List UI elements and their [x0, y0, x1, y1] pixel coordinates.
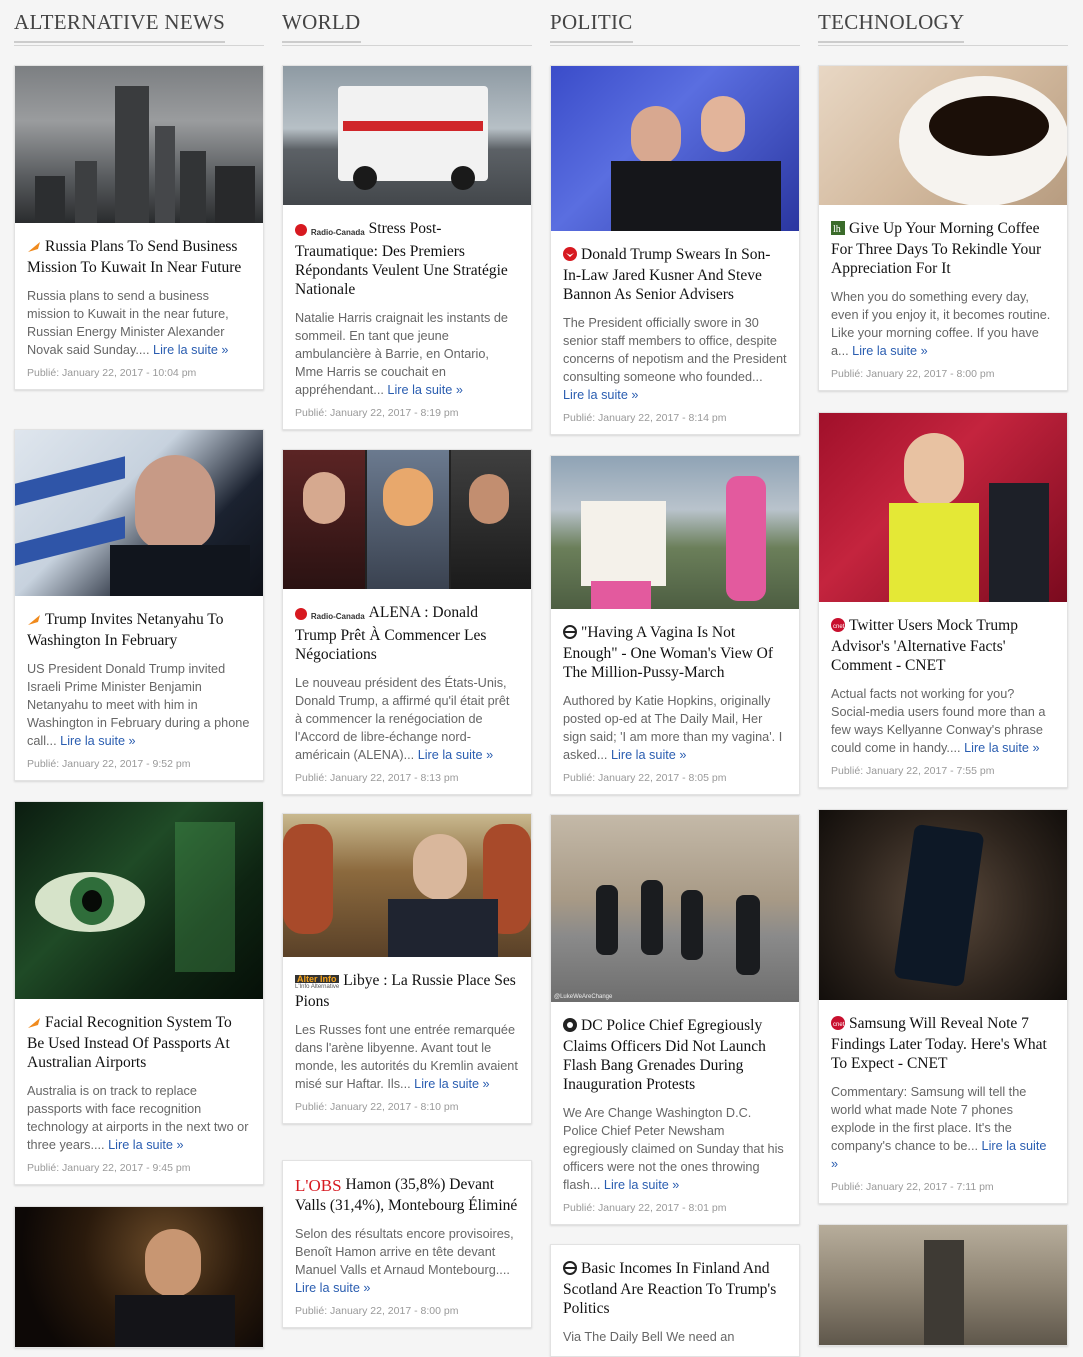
column-heading: ALTERNATIVE NEWS — [14, 10, 264, 46]
orange-arrow-icon — [27, 612, 41, 631]
article-image[interactable] — [819, 413, 1067, 602]
news-card[interactable] — [14, 1206, 264, 1348]
article-image[interactable] — [819, 810, 1067, 1000]
svg-text:lh: lh — [833, 224, 841, 235]
theta-icon — [563, 1261, 577, 1280]
svg-text:cnet: cnet — [833, 1022, 845, 1028]
publish-date: Publié: January 22, 2017 - 8:01 pm — [563, 1202, 727, 1214]
article-image[interactable] — [283, 814, 531, 957]
article-image[interactable] — [15, 66, 263, 223]
article-image[interactable] — [15, 1207, 263, 1347]
read-more-link[interactable]: Lire la suite » — [852, 344, 927, 358]
news-card[interactable] — [818, 1224, 1068, 1346]
publish-date: Publié: January 22, 2017 - 8:00 pm — [295, 1305, 459, 1317]
publish-date: Publié: January 22, 2017 - 7:55 pm — [831, 765, 995, 777]
column-heading: WORLD — [282, 10, 532, 46]
news-card[interactable]: Russia Plans To Send Business Mission To… — [14, 65, 264, 390]
column-technology: TECHNOLOGY lh Give Up Your Morning Coffee… — [818, 0, 1068, 1346]
article-image[interactable] — [819, 1225, 1067, 1345]
orange-arrow-icon — [27, 1015, 41, 1034]
news-card[interactable]: @LukeWeAreChange DC Police Chief Egregio… — [550, 814, 800, 1225]
column-heading-label[interactable]: POLITIC — [550, 10, 633, 43]
news-card[interactable]: "Having A Vagina Is Not Enough" - One Wo… — [550, 455, 800, 795]
cnet-icon: cnet — [831, 618, 845, 637]
read-more-link[interactable]: Lire la suite » — [60, 734, 135, 748]
article-title[interactable]: Donald Trump Swears In Son-In-Law Jared … — [563, 246, 770, 303]
publish-date: Publié: January 22, 2017 - 8:10 pm — [295, 1101, 459, 1113]
article-title[interactable]: Trump Invites Netanyahu To Washington In… — [27, 611, 223, 649]
read-more-link[interactable]: Lire la suite » — [153, 343, 228, 357]
article-image[interactable] — [551, 456, 799, 609]
publish-date: Publié: January 22, 2017 - 8:05 pm — [563, 772, 727, 784]
article-title[interactable]: Basic Incomes In Finland And Scotland Ar… — [563, 1260, 776, 1317]
publish-date: Publié: January 22, 2017 - 7:11 pm — [831, 1181, 994, 1193]
read-more-link[interactable]: Lire la suite » — [611, 748, 686, 762]
column-world: WORLD Radio-Canada Stress Post-Traumatiqu… — [282, 0, 532, 1328]
article-title[interactable]: Samsung Will Reveal Note 7 Findings Late… — [831, 1015, 1047, 1072]
column-heading-label[interactable]: WORLD — [282, 10, 361, 43]
news-card[interactable]: Alter Info L'Info Alternative Libye : La R… — [282, 813, 532, 1124]
article-excerpt: Selon des résultats encore provisoires, … — [295, 1227, 514, 1277]
orange-arrow-icon — [27, 239, 41, 258]
article-image[interactable] — [15, 802, 263, 999]
article-title[interactable]: Twitter Users Mock Trump Advisor's 'Alte… — [831, 617, 1018, 674]
theta-icon — [563, 625, 577, 644]
article-title[interactable]: Russia Plans To Send Business Mission To… — [27, 238, 241, 276]
article-image[interactable] — [283, 66, 531, 205]
news-card[interactable]: Trump Invites Netanyahu To Washington In… — [14, 429, 264, 781]
article-title[interactable]: Give Up Your Morning Coffee For Three Da… — [831, 220, 1041, 277]
svg-text:cnet: cnet — [833, 624, 845, 630]
article-image[interactable] — [283, 450, 531, 589]
we-are-change-icon — [563, 1018, 577, 1037]
news-card[interactable]: Donald Trump Swears In Son-In-Law Jared … — [550, 65, 800, 435]
column-politic: POLITIC Donald Trump Swears In Son-In-La… — [550, 0, 800, 1357]
lifehacker-icon: lh — [831, 221, 845, 240]
publish-date: Publié: January 22, 2017 - 10:04 pm — [27, 367, 197, 379]
column-heading-label[interactable]: ALTERNATIVE NEWS — [14, 10, 226, 43]
article-image[interactable]: @LukeWeAreChange — [551, 815, 799, 1002]
read-more-link[interactable]: Lire la suite » — [563, 388, 638, 402]
news-card[interactable]: cnet Samsung Will Reveal Note 7 Findings … — [818, 809, 1068, 1204]
alter-info-logo: Alter Info L'Info Alternative — [295, 974, 340, 990]
article-title[interactable]: DC Police Chief Egregiously Claims Offic… — [563, 1017, 766, 1093]
publish-date: Publié: January 22, 2017 - 8:14 pm — [563, 412, 727, 424]
read-more-link[interactable]: Lire la suite » — [108, 1138, 183, 1152]
article-image[interactable] — [551, 66, 799, 231]
article-image[interactable] — [819, 66, 1067, 205]
publish-date: Publié: January 22, 2017 - 9:45 pm — [27, 1162, 191, 1174]
news-card[interactable]: L'OBS Hamon (35,8%) Devant Valls (31,4%),… — [282, 1160, 532, 1328]
column-alternative-news: ALTERNATIVE NEWS Russia Plans To Send Bu… — [14, 0, 264, 1348]
red-eagle-icon — [563, 247, 577, 266]
lobs-logo: L'OBS — [295, 1176, 342, 1195]
article-excerpt: The President officially swore in 30 sen… — [563, 316, 787, 384]
cnet-icon: cnet — [831, 1016, 845, 1035]
radio-canada-logo: Radio-Canada — [295, 605, 365, 626]
image-caption: @LukeWeAreChange — [554, 994, 613, 1000]
news-card[interactable]: cnet Twitter Users Mock Trump Advisor's '… — [818, 412, 1068, 788]
read-more-link[interactable]: Lire la suite » — [964, 741, 1039, 755]
column-heading-label[interactable]: TECHNOLOGY — [818, 10, 965, 43]
news-card[interactable]: Facial Recognition System To Be Used Ins… — [14, 801, 264, 1185]
read-more-link[interactable]: Lire la suite » — [295, 1281, 370, 1295]
radio-canada-logo: Radio-Canada — [295, 221, 365, 242]
article-image[interactable] — [15, 430, 263, 596]
read-more-link[interactable]: Lire la suite » — [604, 1178, 679, 1192]
news-card[interactable]: Radio-Canada ALENA : Donald Trump Prêt À … — [282, 449, 532, 795]
publish-date: Publié: January 22, 2017 - 9:52 pm — [27, 758, 191, 770]
column-heading: TECHNOLOGY — [818, 10, 1068, 46]
read-more-link[interactable]: Lire la suite » — [387, 383, 462, 397]
article-excerpt: Via The Daily Bell We need an — [563, 1330, 735, 1344]
read-more-link[interactable]: Lire la suite » — [414, 1077, 489, 1091]
article-title[interactable]: Facial Recognition System To Be Used Ins… — [27, 1014, 232, 1071]
column-heading: POLITIC — [550, 10, 800, 46]
publish-date: Publié: January 22, 2017 - 8:13 pm — [295, 772, 459, 784]
publish-date: Publié: January 22, 2017 - 8:00 pm — [831, 368, 995, 380]
read-more-link[interactable]: Lire la suite » — [418, 748, 493, 762]
news-card[interactable]: Basic Incomes In Finland And Scotland Ar… — [550, 1244, 800, 1357]
news-card[interactable]: lh Give Up Your Morning Coffee For Three … — [818, 65, 1068, 391]
article-title[interactable]: "Having A Vagina Is Not Enough" - One Wo… — [563, 624, 773, 681]
publish-date: Publié: January 22, 2017 - 8:19 pm — [295, 407, 459, 419]
news-card[interactable]: Radio-Canada Stress Post-Traumatique: Des… — [282, 65, 532, 430]
